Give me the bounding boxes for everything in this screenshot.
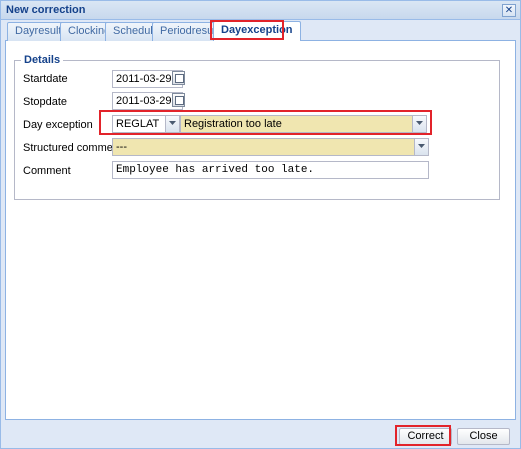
calendar-icon[interactable] [172,71,185,85]
calendar-icon[interactable] [172,93,185,107]
dropdown-trigger[interactable] [412,116,426,132]
structured-comment-label: Structured comment [23,142,123,154]
comment-label: Comment [23,165,71,177]
structured-comment-combo[interactable]: --- [112,138,429,156]
comment-field[interactable] [112,161,429,179]
window-title: New correction [6,4,86,16]
day-exception-description-value: Registration too late [184,118,282,130]
tab-dayexception[interactable]: Dayexception [213,21,301,41]
day-exception-code-combo[interactable]: REGLAT [112,115,180,133]
tab-strip: Dayresult Clocking Schedule Periodresult… [5,20,516,41]
close-icon[interactable]: ✕ [502,4,516,17]
stopdate-value: 2011-03-29 [116,95,172,107]
day-exception-description-combo[interactable]: Registration too late [180,115,427,133]
new-correction-window: New correction ✕ Dayresult Clocking Sche… [0,0,521,449]
details-fieldset: Details Startdate 2011-03-29 Stopdate 20… [14,54,500,200]
correct-button[interactable]: Correct [399,428,452,445]
window-titlebar[interactable]: New correction ✕ [1,1,520,20]
dropdown-trigger[interactable] [414,139,428,155]
structured-comment-value: --- [116,141,127,153]
dropdown-trigger[interactable] [165,116,179,132]
close-button[interactable]: Close [457,428,510,445]
chevron-down-icon [416,121,423,125]
dayexception-panel: Details Startdate 2011-03-29 Stopdate 20… [5,41,516,420]
startdate-label: Startdate [23,73,68,85]
day-exception-label: Day exception [23,119,93,131]
comment-input[interactable] [113,162,428,178]
startdate-value: 2011-03-29 [116,73,172,85]
chevron-down-icon [169,121,176,125]
details-legend: Details [21,54,64,66]
stopdate-label: Stopdate [23,96,68,108]
window-footer: Correct Close [1,420,520,448]
chevron-down-icon [418,144,425,148]
day-exception-code-value: REGLAT [116,118,160,130]
